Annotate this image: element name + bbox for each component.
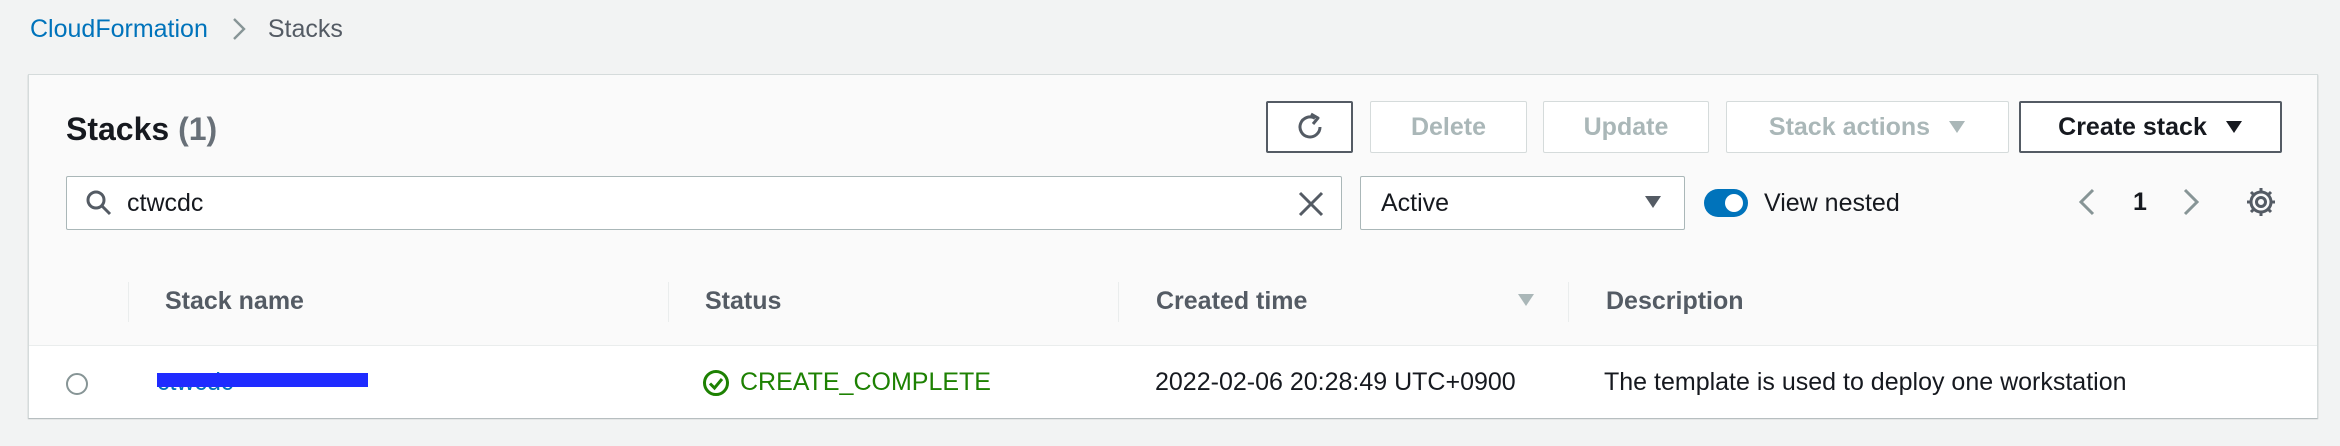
description-cell: The template is used to deploy one works… xyxy=(1604,368,2127,396)
stack-actions-label: Stack actions xyxy=(1768,112,1931,141)
create-stack-label: Create stack xyxy=(2058,112,2207,141)
refresh-button[interactable] xyxy=(1266,101,1353,153)
column-status[interactable]: Status xyxy=(705,258,781,345)
breadcrumb-cloudformation[interactable]: CloudFormation xyxy=(30,15,208,44)
delete-button[interactable]: Delete xyxy=(1370,101,1527,153)
redaction-bar xyxy=(157,373,368,387)
status-cell: CREATE_COMPLETE xyxy=(702,368,991,397)
status-filter-value: Active xyxy=(1381,188,1450,217)
caret-down-icon xyxy=(1644,195,1662,209)
breadcrumb-stacks: Stacks xyxy=(267,14,343,43)
stack-actions-button[interactable]: Stack actions xyxy=(1726,101,2009,153)
column-description[interactable]: Description xyxy=(1606,258,1744,345)
stack-count: (1) xyxy=(178,111,218,147)
chevron-right-icon xyxy=(232,17,246,41)
sort-desc-icon[interactable] xyxy=(1517,293,1535,307)
caret-down-icon xyxy=(1948,120,1966,134)
current-page-number[interactable]: 1 xyxy=(2133,188,2147,217)
chevron-left-icon[interactable] xyxy=(2077,187,2097,217)
table-row: ctwcdc CREATE_COMPLETE 2022-02-06 20:28:… xyxy=(29,346,2317,418)
check-circle-icon xyxy=(702,369,730,397)
status-text: CREATE_COMPLETE xyxy=(740,368,991,396)
chevron-right-icon[interactable] xyxy=(2181,187,2201,217)
column-stack-name[interactable]: Stack name xyxy=(165,258,304,345)
breadcrumb: CloudFormation Stacks xyxy=(30,12,343,46)
create-stack-button[interactable]: Create stack xyxy=(2019,101,2282,153)
search-icon xyxy=(85,189,113,217)
panel-header: Stacks (1) Delete Update Stack actions C… xyxy=(29,75,2317,259)
gear-icon[interactable] xyxy=(2245,186,2277,218)
table-header: Stack name Status Created time Descripti… xyxy=(29,258,2317,346)
column-created-time[interactable]: Created time xyxy=(1156,258,1307,345)
status-filter-select[interactable]: Active xyxy=(1360,176,1685,230)
refresh-icon xyxy=(1293,110,1327,144)
view-nested-label: View nested xyxy=(1764,189,1900,217)
update-button[interactable]: Update xyxy=(1543,101,1709,153)
clear-icon[interactable] xyxy=(1297,190,1325,218)
view-nested-toggle[interactable] xyxy=(1704,189,1748,217)
search-field xyxy=(66,176,1342,230)
search-input[interactable] xyxy=(125,187,1229,219)
caret-down-icon xyxy=(2225,120,2243,134)
page-title: Stacks (1) xyxy=(66,111,217,148)
row-select-radio[interactable] xyxy=(66,373,88,395)
stacks-panel: Stacks (1) Delete Update Stack actions C… xyxy=(28,74,2318,418)
title-text: Stacks xyxy=(66,111,170,147)
created-time-cell: 2022-02-06 20:28:49 UTC+0900 xyxy=(1155,368,1516,396)
toggle-knob xyxy=(1725,194,1743,212)
